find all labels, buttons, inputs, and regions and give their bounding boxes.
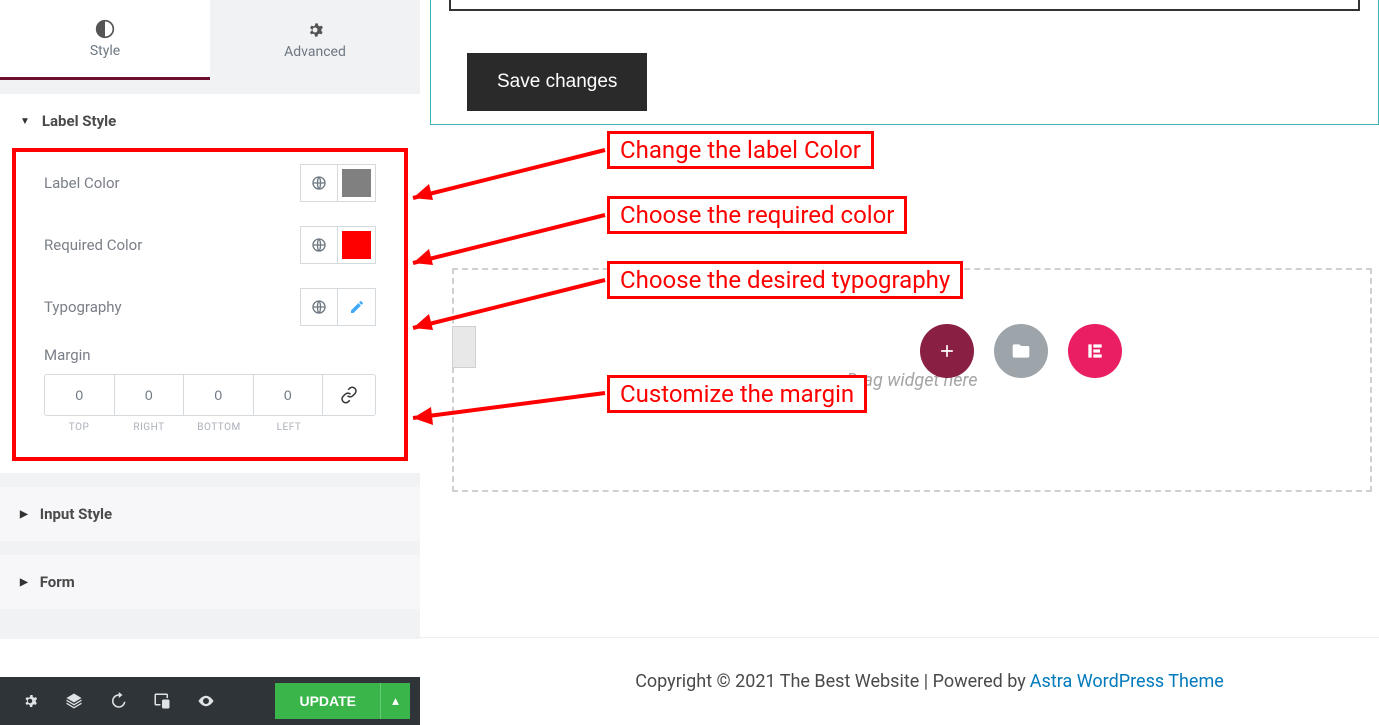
divider bbox=[0, 541, 420, 555]
globe-icon bbox=[311, 299, 327, 315]
preview-button[interactable] bbox=[186, 681, 226, 721]
section-title: Form bbox=[40, 573, 75, 591]
swatch-color bbox=[342, 169, 371, 197]
margin-label: Margin bbox=[44, 346, 376, 364]
margin-dims bbox=[44, 374, 376, 416]
required-color-swatch[interactable] bbox=[338, 226, 376, 264]
margin-left-input[interactable] bbox=[254, 375, 324, 415]
divider bbox=[0, 473, 420, 487]
section-label-style-header[interactable]: ▼ Label Style bbox=[0, 94, 420, 148]
global-color-button[interactable] bbox=[300, 226, 338, 264]
half-circle-icon bbox=[95, 19, 115, 39]
caption-bottom: BOTTOM bbox=[197, 422, 240, 433]
annotation-typography: Choose the desired typography bbox=[607, 261, 963, 299]
template-library-button[interactable] bbox=[994, 324, 1048, 378]
responsive-button[interactable] bbox=[142, 681, 182, 721]
section-title: Label Style bbox=[42, 112, 116, 130]
link-icon bbox=[340, 386, 358, 404]
caret-right-icon: ▶ bbox=[20, 509, 28, 520]
control-label: Label Color bbox=[44, 174, 120, 192]
control-required-color: Required Color bbox=[44, 214, 376, 276]
gear-icon bbox=[305, 20, 325, 40]
section-label-style-body: Label Color Required Color bbox=[12, 148, 408, 461]
margin-link-toggle[interactable] bbox=[323, 375, 375, 415]
update-group: UPDATE ▴ bbox=[275, 683, 410, 719]
plus-icon bbox=[937, 341, 957, 361]
annotation-label-color: Change the label Color bbox=[607, 131, 874, 169]
save-changes-button[interactable]: Save changes bbox=[467, 53, 647, 111]
divider bbox=[0, 609, 420, 639]
tab-style[interactable]: Style bbox=[0, 0, 210, 80]
form-preview-widget[interactable]: Save changes bbox=[430, 0, 1379, 125]
caption-left: LEFT bbox=[277, 422, 302, 433]
caret-up-icon: ▴ bbox=[392, 693, 399, 709]
globe-icon bbox=[311, 237, 327, 253]
pencil-icon bbox=[349, 299, 365, 315]
section-input-style-header[interactable]: ▶ Input Style bbox=[0, 487, 420, 541]
control-typography: Typography bbox=[44, 276, 376, 338]
margin-bottom-input[interactable] bbox=[184, 375, 254, 415]
folder-icon bbox=[1011, 341, 1031, 361]
margin-captions: TOP RIGHT BOTTOM LEFT bbox=[44, 416, 376, 433]
eye-icon bbox=[197, 692, 215, 710]
control-label: Typography bbox=[44, 298, 122, 316]
sidebar: Style Advanced ▼ Label Style Label Color bbox=[0, 0, 420, 725]
tab-label: Style bbox=[90, 43, 120, 59]
tab-label: Advanced bbox=[284, 44, 346, 60]
section-title: Input Style bbox=[40, 505, 112, 523]
global-color-button[interactable] bbox=[300, 164, 338, 202]
layers-icon bbox=[65, 692, 83, 710]
global-typography-button[interactable] bbox=[300, 288, 338, 326]
sections: ▼ Label Style Label Color Required Color bbox=[0, 80, 420, 677]
caption-top: TOP bbox=[69, 422, 90, 433]
typography-edit-button[interactable] bbox=[338, 288, 376, 326]
section-handle[interactable] bbox=[452, 326, 476, 368]
inner-border bbox=[449, 0, 1360, 11]
margin-top-input[interactable] bbox=[45, 375, 115, 415]
drop-area[interactable]: Drag widget here bbox=[452, 268, 1372, 492]
update-button[interactable]: UPDATE bbox=[275, 683, 380, 719]
navigator-button[interactable] bbox=[54, 681, 94, 721]
update-options-button[interactable]: ▴ bbox=[380, 683, 410, 719]
history-icon bbox=[109, 692, 127, 710]
elementskit-icon bbox=[1085, 341, 1105, 361]
devices-icon bbox=[153, 692, 171, 710]
page-footer: Copyright © 2021 The Best Website | Powe… bbox=[420, 637, 1379, 725]
divider bbox=[0, 80, 420, 94]
label-color-swatch[interactable] bbox=[338, 164, 376, 202]
canvas: Save changes Drag widget here Copyright … bbox=[420, 0, 1379, 725]
footer-theme-link[interactable]: Astra WordPress Theme bbox=[1030, 671, 1224, 692]
bottom-bar: UPDATE ▴ bbox=[0, 677, 420, 725]
history-button[interactable] bbox=[98, 681, 138, 721]
margin-right-input[interactable] bbox=[115, 375, 185, 415]
control-label: Required Color bbox=[44, 236, 142, 254]
section-form-header[interactable]: ▶ Form bbox=[0, 555, 420, 609]
annotation-margin: Customize the margin bbox=[607, 375, 867, 413]
panel-tabs: Style Advanced bbox=[0, 0, 420, 80]
caret-right-icon: ▶ bbox=[20, 577, 28, 588]
gear-icon bbox=[21, 692, 39, 710]
caret-down-icon: ▼ bbox=[20, 116, 30, 127]
elementskit-button[interactable] bbox=[1068, 324, 1122, 378]
globe-icon bbox=[311, 175, 327, 191]
tab-advanced[interactable]: Advanced bbox=[210, 0, 420, 80]
swatch-color bbox=[342, 231, 371, 259]
settings-button[interactable] bbox=[10, 681, 50, 721]
footer-text: Copyright © 2021 The Best Website | Powe… bbox=[635, 671, 1026, 692]
add-section-button[interactable] bbox=[920, 324, 974, 378]
control-label-color: Label Color bbox=[44, 152, 376, 214]
annotation-required-color: Choose the required color bbox=[607, 196, 907, 234]
caption-right: RIGHT bbox=[133, 422, 164, 433]
